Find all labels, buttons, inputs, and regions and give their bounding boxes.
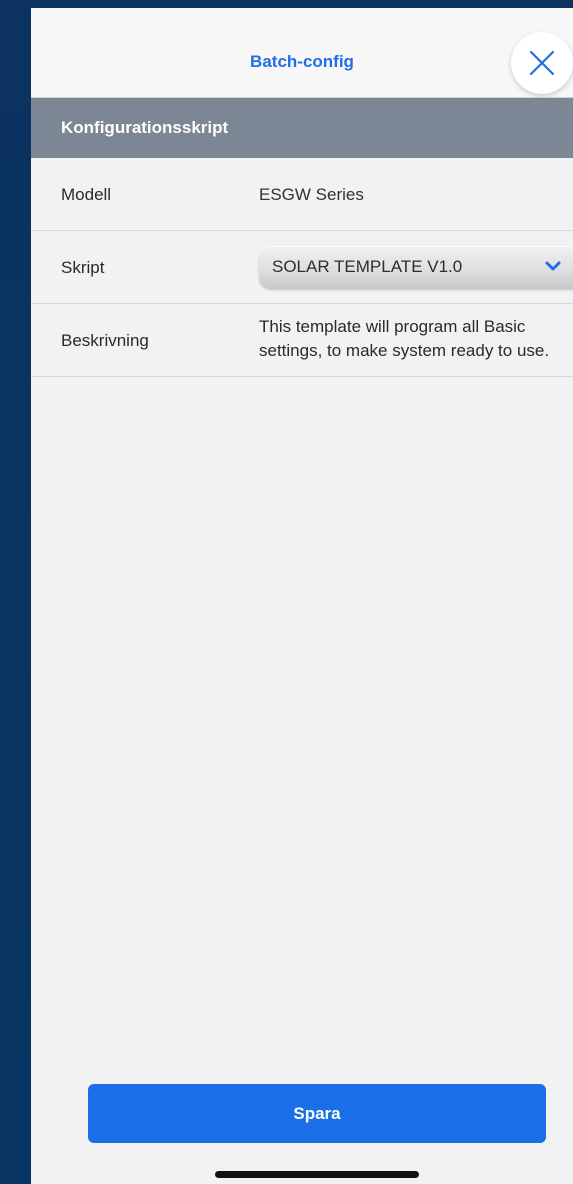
description-line-2: settings, to make system ready to use.	[259, 341, 550, 360]
close-icon	[529, 50, 555, 76]
model-value: ESGW Series	[259, 185, 364, 204]
description-text: This template will program all Basic set…	[259, 315, 573, 363]
script-select-value: SOLAR TEMPLATE V1.0	[272, 257, 463, 276]
home-indicator	[215, 1171, 419, 1178]
save-button[interactable]: Spara	[88, 1084, 546, 1143]
script-row: Skript SOLAR TEMPLATE V1.0	[31, 231, 573, 304]
script-label: Skript	[61, 258, 105, 277]
script-select[interactable]: SOLAR TEMPLATE V1.0	[259, 246, 573, 289]
close-button[interactable]	[511, 32, 573, 94]
page-title: Batch-config	[250, 52, 354, 71]
sheet-header: Batch-config	[31, 8, 573, 98]
section-header: Konfigurationsskript	[31, 98, 573, 158]
model-row: Modell ESGW Series	[31, 158, 573, 231]
batch-config-sheet: Batch-config Konfigurationsskript Modell…	[31, 8, 573, 1184]
model-label: Modell	[61, 185, 112, 204]
description-line-1: This template will program all Basic	[259, 317, 526, 336]
description-row: Beskrivning This template will program a…	[31, 304, 573, 377]
chevron-down-icon	[545, 261, 561, 271]
description-label: Beskrivning	[61, 331, 149, 350]
